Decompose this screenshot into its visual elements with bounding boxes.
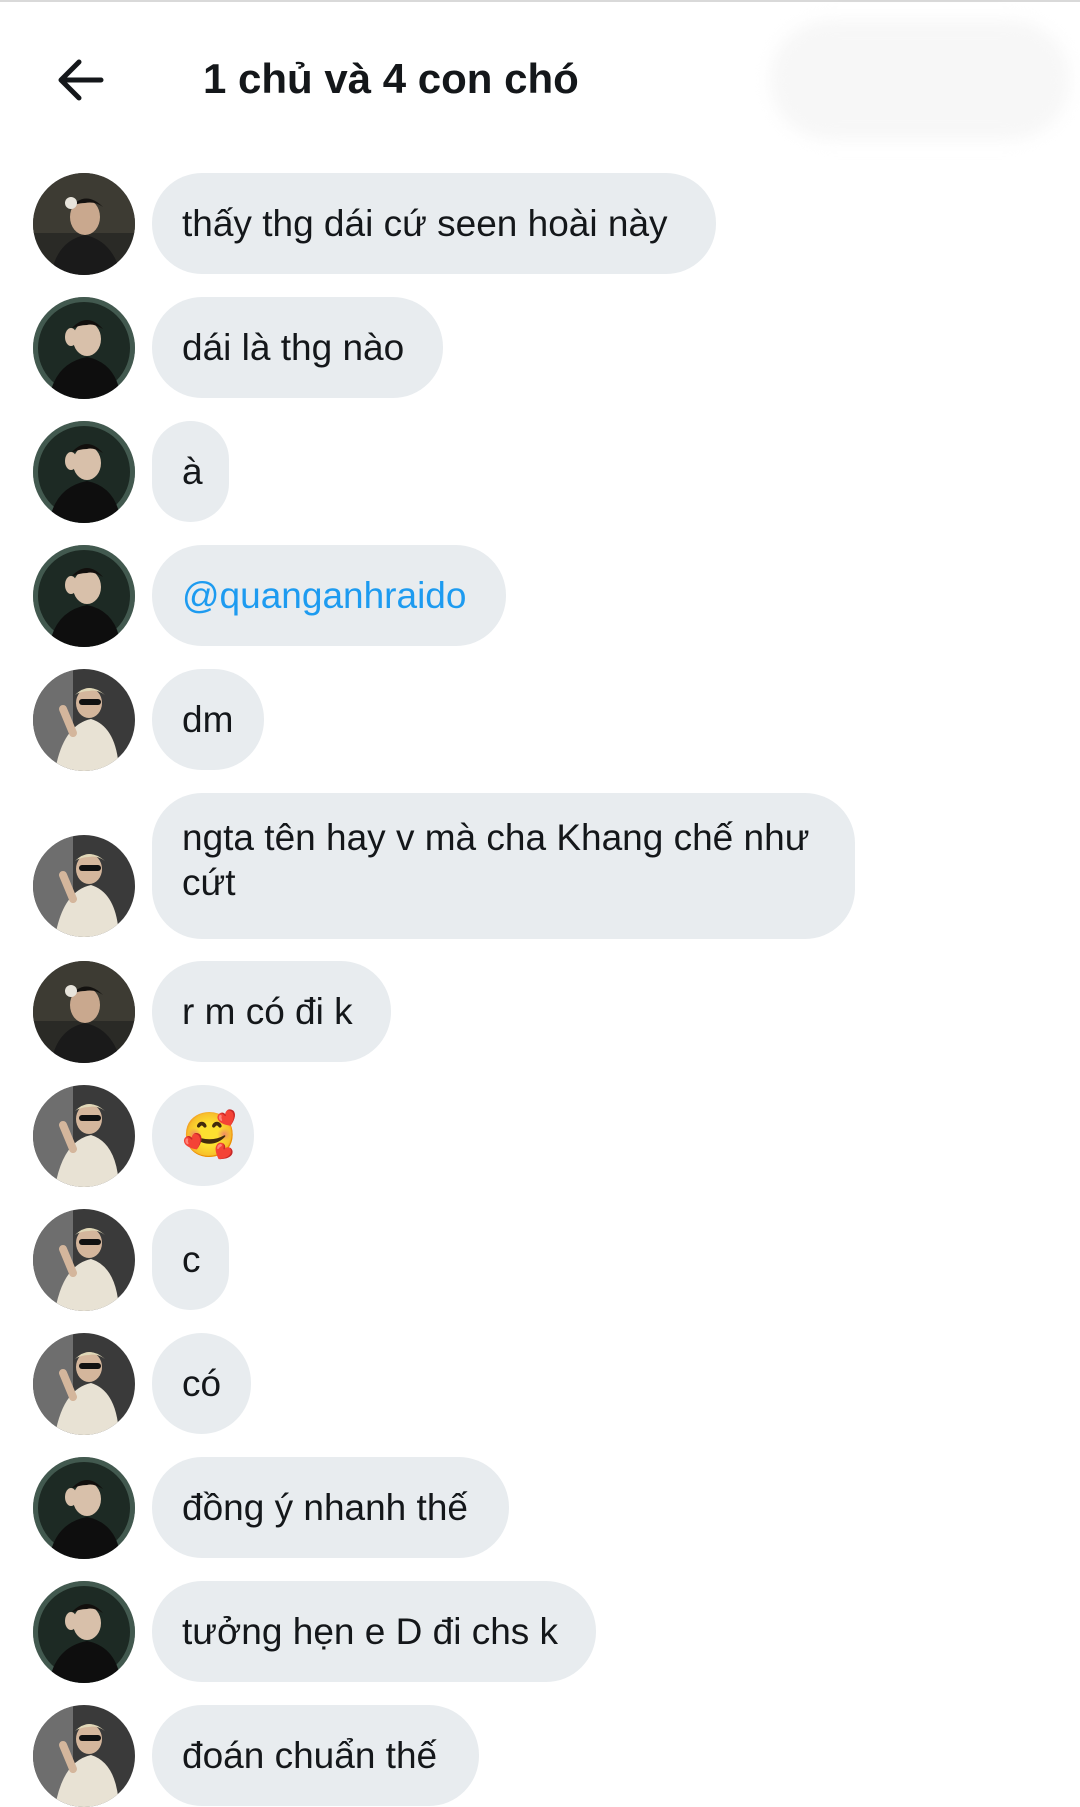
message-text: có [182, 1363, 222, 1404]
message-text: r m có đi k [182, 991, 353, 1032]
avatar[interactable] [33, 1333, 135, 1435]
message-bubble[interactable]: thấy thg dái cứ seen hoài này [152, 173, 716, 274]
message-text: tưởng hẹn e D đi chs k [182, 1611, 559, 1652]
message-bubble[interactable]: dái là thg nào [152, 297, 443, 398]
avatar[interactable] [33, 1457, 135, 1559]
message-bubble[interactable]: tưởng hẹn e D đi chs k [152, 1581, 596, 1682]
message-text: ngta tên hay v mà cha Khang chế như cứt [182, 817, 810, 903]
message-text: đoán chuẩn thế [182, 1735, 438, 1776]
avatar[interactable] [33, 1581, 135, 1683]
message-bubble[interactable]: r m có đi k [152, 961, 391, 1062]
avatar[interactable] [33, 1085, 135, 1187]
avatar[interactable] [33, 545, 135, 647]
message-text: dm [182, 699, 234, 740]
smiling-face-with-hearts-icon: 🥰 [182, 1110, 237, 1160]
message-text: đồng ý nhanh thế [182, 1487, 468, 1528]
avatar[interactable] [33, 297, 135, 399]
message-bubble[interactable]: ngta tên hay v mà cha Khang chế như cứt [152, 793, 855, 939]
message-bubble[interactable]: đoán chuẩn thế [152, 1705, 479, 1806]
avatar[interactable] [33, 961, 135, 1063]
message-text: à [182, 451, 203, 492]
message-bubble[interactable]: có [152, 1333, 251, 1434]
message-bubble[interactable]: đồng ý nhanh thế [152, 1457, 509, 1558]
message-text: dái là thg nào [182, 327, 405, 368]
message-list: thấy thg dái cứ seen hoài này dái là thg… [0, 0, 1080, 1807]
message-bubble[interactable]: à [152, 421, 229, 522]
message-bubble[interactable]: 🥰 [152, 1085, 254, 1186]
message-bubble[interactable]: c [152, 1209, 229, 1310]
message-text: c [182, 1239, 201, 1280]
avatar[interactable] [33, 669, 135, 771]
avatar[interactable] [33, 1209, 135, 1311]
avatar[interactable] [33, 173, 135, 275]
mention-link[interactable]: @quanganhraido [182, 573, 466, 618]
message-bubble[interactable]: dm [152, 669, 264, 770]
avatar[interactable] [33, 1705, 135, 1807]
message-bubble[interactable]: @quanganhraido [152, 545, 506, 646]
avatar[interactable] [33, 835, 135, 937]
message-text: thấy thg dái cứ seen hoài này [182, 203, 668, 244]
avatar[interactable] [33, 421, 135, 523]
